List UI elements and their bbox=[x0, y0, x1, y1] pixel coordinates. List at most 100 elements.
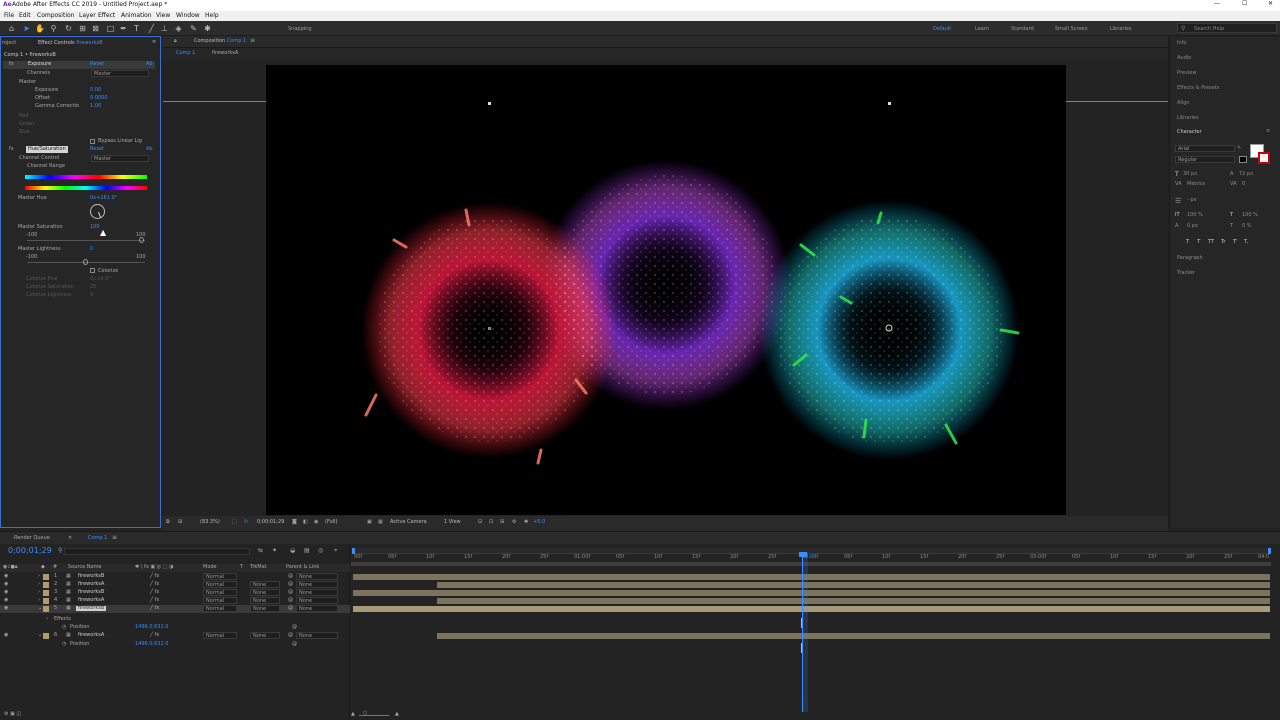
graph-editor-icon[interactable]: ⌖ bbox=[334, 548, 337, 554]
master-lightness-handle[interactable] bbox=[83, 259, 88, 265]
home-icon[interactable]: ⌂ bbox=[7, 24, 16, 33]
master-saturation-handle[interactable] bbox=[139, 237, 144, 243]
character-panel-title[interactable]: Character bbox=[1177, 130, 1202, 135]
exposure-about-link[interactable]: Ab bbox=[146, 62, 153, 67]
parent-dropdown[interactable]: None bbox=[296, 605, 338, 612]
stopwatch-icon[interactable]: ◷ bbox=[62, 642, 66, 647]
selection-tool-icon[interactable]: ➤ bbox=[22, 24, 31, 33]
pickwhip-icon[interactable]: @ bbox=[292, 642, 297, 647]
layer-label-swatch[interactable] bbox=[43, 598, 49, 604]
zoom-tool-icon[interactable]: ⚲ bbox=[49, 24, 58, 33]
visibility-eye-icon[interactable]: ◉ bbox=[4, 590, 8, 595]
baseline-shift-value[interactable]: 0 px bbox=[1187, 224, 1198, 229]
layer-name[interactable]: fireworksA bbox=[78, 598, 104, 603]
hue-sat-about-link[interactable]: Ab bbox=[146, 147, 153, 152]
panel-align[interactable]: Align bbox=[1177, 101, 1190, 106]
playhead-cti[interactable] bbox=[802, 552, 808, 712]
anchor-point-left[interactable] bbox=[488, 327, 491, 330]
brush-tool-icon[interactable]: ╱ bbox=[147, 24, 156, 33]
pickwhip-icon[interactable]: @ bbox=[288, 582, 293, 587]
lock-icon[interactable]: 🔒︎ bbox=[174, 39, 177, 44]
zoom-out-icon[interactable]: ▲ bbox=[351, 712, 355, 717]
close-icon[interactable]: ✕ bbox=[1268, 1, 1273, 7]
search-help-input[interactable]: ⚲ Search Help bbox=[1177, 23, 1277, 33]
layer-bar[interactable] bbox=[437, 598, 1270, 604]
master-hue-dial[interactable] bbox=[90, 204, 105, 219]
layer-name[interactable]: fireworksB bbox=[78, 590, 104, 595]
layer-row[interactable]: ◉ ⌄ 6 ▦ fireworksA ╱ fx Normal None @ No… bbox=[0, 632, 350, 640]
faux-italic-button[interactable]: T bbox=[1197, 240, 1200, 245]
position-value[interactable]: 1496.0,632.0 bbox=[135, 625, 168, 630]
menu-help[interactable]: Help bbox=[205, 13, 219, 19]
layer-switches-icon[interactable]: ╱ fx bbox=[150, 582, 159, 587]
layer-switches-icon[interactable]: ╱ fx bbox=[150, 598, 159, 603]
layer-switches-icon[interactable]: ╱ fx bbox=[150, 606, 159, 611]
viewer-timecode[interactable]: 0;00;01;29 bbox=[257, 520, 284, 525]
fx-icon[interactable]: fx bbox=[9, 62, 14, 67]
master-hue-value[interactable]: 0x+161.0° bbox=[90, 196, 117, 201]
current-timecode[interactable]: 0;00;01;29 bbox=[8, 547, 52, 555]
visibility-eye-icon[interactable]: ◉ bbox=[4, 582, 8, 587]
stroke-color-swatch[interactable] bbox=[1258, 152, 1270, 164]
layer-bar[interactable] bbox=[353, 574, 1270, 580]
layer-mode-dropdown[interactable]: Normal bbox=[203, 573, 237, 580]
trkmat-dropdown[interactable]: None bbox=[250, 605, 280, 612]
exposure-reset-link[interactable]: Reset bbox=[90, 62, 104, 67]
zoom-in-icon[interactable]: ▲ bbox=[395, 712, 399, 717]
workspace-standard[interactable]: Standard bbox=[1011, 26, 1034, 32]
trkmat-dropdown[interactable]: None bbox=[250, 589, 280, 596]
zoom-handle[interactable]: ○ bbox=[363, 711, 367, 716]
composition-tab[interactable]: Composition Comp 1 bbox=[194, 39, 246, 44]
superscript-button[interactable]: T' bbox=[1233, 240, 1237, 245]
trkmat-dropdown[interactable]: None bbox=[250, 632, 280, 639]
parent-dropdown[interactable]: None bbox=[296, 589, 338, 596]
maximize-icon[interactable]: ☐ bbox=[1242, 1, 1247, 7]
region-of-interest-icon[interactable]: ⬚ bbox=[232, 520, 237, 525]
exposure-effect-header[interactable]: Exposure bbox=[3, 61, 155, 69]
menu-animation[interactable]: Animation bbox=[121, 13, 152, 19]
pickwhip-icon[interactable]: @ bbox=[288, 574, 293, 579]
expand-chevron-icon[interactable]: › bbox=[38, 590, 40, 595]
fast-preview-icon[interactable]: ▣ bbox=[367, 520, 372, 525]
layer-label-swatch[interactable] bbox=[43, 590, 49, 596]
font-size-value[interactable]: 30 px bbox=[1183, 172, 1197, 177]
time-navigator[interactable] bbox=[351, 562, 1271, 566]
layer-bar-selected[interactable] bbox=[353, 606, 1270, 612]
camera-tool-icon[interactable]: ⊞ bbox=[78, 24, 87, 33]
subscript-button[interactable]: T, bbox=[1244, 240, 1249, 245]
panel-effects-presets[interactable]: Effects & Presets bbox=[1177, 86, 1219, 91]
pickwhip-icon[interactable]: @ bbox=[288, 590, 293, 595]
tracking-value[interactable]: 0 bbox=[1242, 182, 1245, 187]
position-subrow[interactable]: ◷ Position 1496.0,632.0 @ bbox=[0, 641, 350, 649]
hue-saturation-effect-name[interactable]: Hue/Saturation bbox=[26, 146, 68, 153]
panel-audio[interactable]: Audio bbox=[1177, 56, 1191, 61]
composition-menu-icon[interactable]: ≡ bbox=[250, 38, 255, 44]
exposure-param-value[interactable]: 0.00 bbox=[90, 88, 101, 93]
expand-chevron-icon[interactable]: › bbox=[46, 617, 48, 622]
flow-tab-comp1[interactable]: Comp 1 bbox=[176, 51, 195, 56]
color-channel-icon[interactable]: ◉ bbox=[314, 520, 318, 525]
bounds-handle-left[interactable] bbox=[488, 102, 491, 105]
layer-row[interactable]: ◉ › 3 ▦ fireworksB ╱ fx Normal None @ No… bbox=[0, 589, 350, 597]
parent-dropdown[interactable]: None bbox=[296, 632, 338, 639]
vertical-scale-value[interactable]: 100 % bbox=[1187, 213, 1203, 218]
menu-view[interactable]: View bbox=[156, 13, 170, 19]
hand-tool-icon[interactable]: ✋ bbox=[35, 24, 45, 33]
layer-name[interactable]: fireworksB bbox=[76, 606, 107, 611]
motion-blur-icon[interactable]: ◎ bbox=[318, 548, 323, 554]
snapshot-icon[interactable]: ◙ bbox=[292, 520, 297, 525]
trkmat-dropdown[interactable]: None bbox=[250, 597, 280, 604]
frame-blending-icon[interactable]: ▤ bbox=[304, 548, 310, 554]
layer-name[interactable]: fireworksA bbox=[78, 582, 104, 587]
type-tool-icon[interactable]: T bbox=[132, 24, 141, 33]
resolution-dropdown[interactable]: (Full) bbox=[325, 520, 337, 525]
effect-controls-tab[interactable]: Effect Controls fireworksB bbox=[38, 41, 103, 46]
font-family-dropdown[interactable]: Arial bbox=[1175, 145, 1235, 152]
menu-window[interactable]: Window bbox=[176, 13, 200, 19]
layer-search-input[interactable] bbox=[64, 548, 250, 555]
panel-info[interactable]: Info bbox=[1177, 41, 1186, 46]
position-value[interactable]: 1496.0,632.0 bbox=[135, 642, 168, 647]
layer-name[interactable]: fireworksB bbox=[78, 574, 104, 579]
position-subrow[interactable]: ◷ Position 1496.0,632.0 @ bbox=[0, 624, 350, 632]
parent-dropdown[interactable]: None bbox=[296, 573, 338, 580]
